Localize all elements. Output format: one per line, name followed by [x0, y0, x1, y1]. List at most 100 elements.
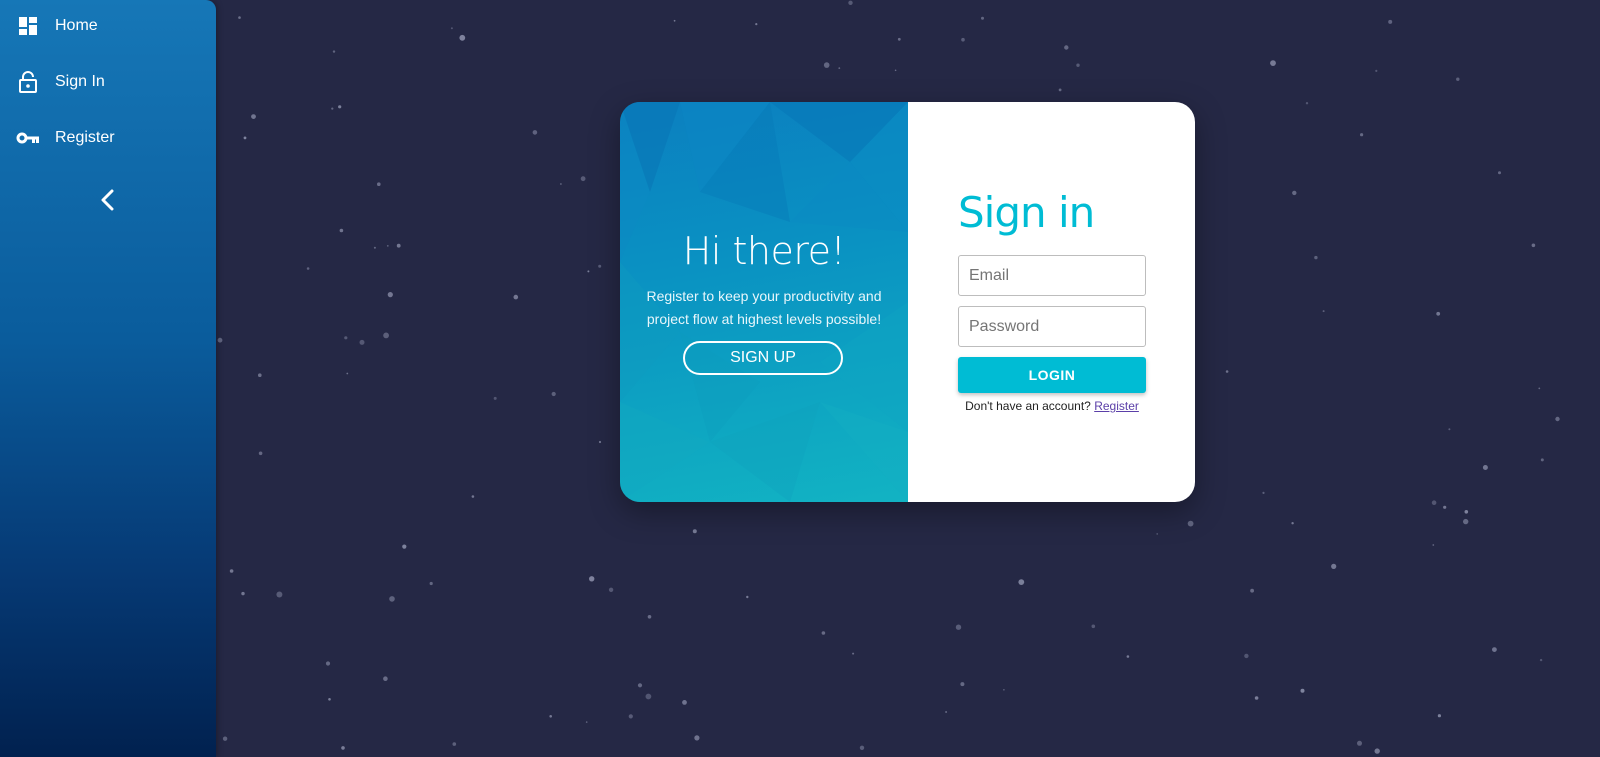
star-dot — [608, 587, 614, 592]
star-dot — [1091, 624, 1096, 629]
star-dot — [346, 372, 349, 375]
star-dot — [452, 742, 457, 746]
sidebar-item-label: Home — [55, 17, 98, 34]
star-dot — [251, 114, 256, 119]
star-dot — [1539, 658, 1543, 662]
star-dot — [241, 591, 245, 596]
star-dot — [328, 698, 331, 701]
star-dot — [746, 595, 749, 599]
dashboard-icon — [16, 14, 40, 38]
star-dot — [429, 581, 433, 586]
star-dot — [386, 245, 389, 247]
star-dot — [493, 396, 497, 400]
star-dot — [459, 34, 466, 41]
star-dot — [1331, 563, 1337, 570]
star-dot — [848, 0, 853, 5]
star-dot — [1498, 171, 1501, 175]
lock-icon — [16, 70, 40, 94]
sign-in-panel: Sign in LOGIN Don't have an account? Reg… — [908, 102, 1195, 502]
sidebar-item-register[interactable]: Register — [0, 113, 216, 163]
star-dot — [306, 267, 310, 270]
account-prompt-line: Don't have an account? Register — [938, 399, 1166, 413]
sidebar: Home Sign In Register — [0, 0, 216, 757]
sidebar-item-label: Sign In — [55, 73, 105, 90]
star-dot — [402, 544, 407, 549]
sidebar-item-label: Register — [55, 129, 115, 146]
login-button[interactable]: LOGIN — [958, 357, 1146, 393]
star-dot — [217, 337, 223, 343]
star-dot — [1058, 88, 1062, 92]
star-dot — [1360, 133, 1364, 137]
email-field[interactable] — [958, 255, 1146, 296]
star-dot — [1076, 63, 1080, 67]
star-dot — [1225, 370, 1229, 373]
star-dot — [560, 183, 562, 185]
star-dot — [450, 27, 453, 30]
star-dot — [338, 105, 342, 109]
sign-up-button[interactable]: SIGN UP — [683, 341, 843, 375]
star-dot — [383, 332, 389, 339]
star-dot — [1555, 416, 1560, 422]
star-dot — [1292, 190, 1297, 196]
star-dot — [1322, 310, 1325, 313]
star-dot — [692, 529, 697, 534]
star-dot — [1431, 500, 1437, 506]
star-dot — [1388, 19, 1393, 24]
star-dot — [243, 136, 247, 140]
star-dot — [1262, 491, 1265, 494]
star-dot — [897, 37, 901, 41]
star-dot — [589, 576, 595, 582]
star-dot — [387, 292, 393, 298]
star-dot — [585, 721, 588, 723]
star-dot — [1244, 653, 1249, 659]
sign-in-title: Sign in — [958, 188, 1095, 237]
star-dot — [344, 336, 348, 340]
star-dot — [1126, 655, 1130, 658]
star-dot — [383, 676, 388, 681]
star-dot — [1156, 533, 1158, 535]
star-dot — [373, 246, 376, 249]
star-dot — [551, 391, 556, 397]
star-dot — [325, 661, 331, 666]
star-dot — [682, 700, 687, 705]
star-dot — [341, 746, 345, 750]
star-dot — [1305, 102, 1309, 105]
star-dot — [694, 735, 700, 741]
star-dot — [1375, 69, 1378, 72]
star-dot — [587, 270, 590, 273]
star-dot — [331, 107, 334, 110]
star-dot — [389, 596, 395, 602]
star-dot — [823, 62, 830, 68]
star-dot — [628, 714, 633, 719]
star-dot — [238, 16, 241, 19]
star-dot — [1314, 255, 1318, 260]
star-dot — [339, 228, 344, 233]
register-link[interactable]: Register — [1094, 399, 1139, 413]
star-dot — [647, 615, 652, 619]
star-dot — [1463, 518, 1469, 525]
star-dot — [532, 130, 538, 135]
auth-card: Hi there! Register to keep your producti… — [620, 102, 1195, 502]
star-dot — [645, 693, 652, 700]
star-dot — [1187, 520, 1194, 527]
star-dot — [1464, 510, 1469, 514]
star-dot — [1291, 522, 1294, 525]
star-dot — [580, 176, 586, 182]
star-dot — [1540, 458, 1544, 462]
star-dot — [894, 69, 897, 72]
star-dot — [1374, 748, 1380, 754]
star-dot — [673, 19, 676, 22]
star-dot — [1456, 77, 1460, 81]
star-dot — [1003, 689, 1005, 691]
star-dot — [276, 591, 283, 598]
star-dot — [1492, 647, 1497, 652]
star-dot — [1531, 243, 1536, 248]
star-dot — [821, 631, 826, 635]
star-dot — [859, 745, 865, 750]
collapse-sidebar-button[interactable] — [94, 188, 122, 216]
sidebar-item-home[interactable]: Home — [0, 1, 216, 51]
sidebar-item-sign-in[interactable]: Sign In — [0, 57, 216, 107]
password-field[interactable] — [958, 306, 1146, 347]
star-dot — [396, 243, 401, 248]
star-dot — [945, 711, 948, 713]
